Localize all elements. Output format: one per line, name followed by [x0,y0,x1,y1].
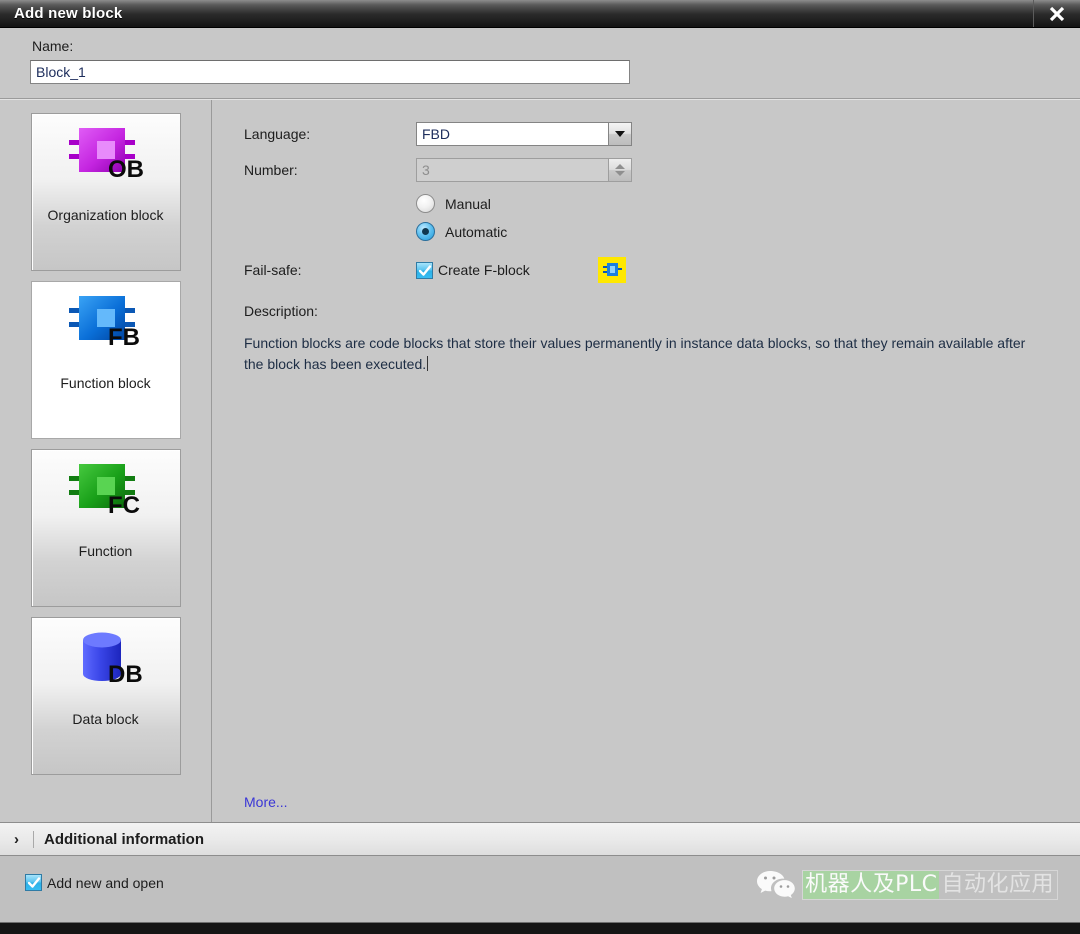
block-type-data-block[interactable]: DB Data block [30,617,181,775]
bottom-strip [0,922,1080,934]
spinner-down-icon[interactable] [615,171,625,176]
automatic-radio-label[interactable]: Automatic [445,224,507,240]
block-type-function-block[interactable]: FB Function block [30,281,181,439]
dialog-body: OB Organization block FB Function block … [0,99,1080,822]
svg-text:DB: DB [108,661,143,688]
number-spinner-buttons[interactable] [608,158,632,182]
language-row: Language: [212,122,1080,146]
block-type-label: Data block [72,711,139,727]
dialog-footer: Add new and open 机器人及PLC 自动化应用 [0,856,1080,934]
language-combobox[interactable] [416,122,632,146]
dialog-titlebar: Add new block [0,0,1080,28]
text-caret [427,356,429,371]
description-value: Function blocks are code blocks that sto… [244,335,1026,372]
additional-information-label: Additional information [44,830,204,848]
number-input[interactable] [416,158,608,182]
block-type-label: Function block [60,375,151,391]
create-f-block-label[interactable]: Create F-block [438,262,530,278]
add-new-and-open-label[interactable]: Add new and open [47,875,164,891]
number-label: Number: [244,162,298,178]
automatic-row: Automatic [212,222,1080,241]
dialog-title: Add new block [14,5,123,22]
description-text: Function blocks are code blocks that sto… [212,333,1078,375]
manual-radio-label[interactable]: Manual [445,196,491,212]
function-block-icon: FB [32,282,180,374]
failsafe-label: Fail-safe: [244,262,302,278]
organization-block-icon: OB [32,114,180,206]
more-link[interactable]: More... [244,794,288,810]
svg-text:FC: FC [108,492,140,519]
automatic-radio[interactable] [416,222,435,241]
f-block-icon [597,257,626,283]
language-label: Language: [244,126,311,142]
chevron-down-icon [615,131,625,137]
number-spinner[interactable] [416,158,632,182]
watermark: 机器人及PLC 自动化应用 [756,868,1058,901]
name-label: Name: [32,38,74,54]
close-icon [1047,4,1067,24]
wechat-icon [756,868,796,901]
language-input[interactable] [416,122,608,146]
chevron-right-icon[interactable]: › [0,830,34,848]
block-type-list: OB Organization block FB Function block … [0,100,212,822]
manual-row: Manual [212,194,1080,213]
name-input[interactable] [30,60,630,84]
description-label: Description: [244,303,318,319]
name-section: Name: [0,28,1080,99]
number-row: Number: [212,158,1080,182]
watermark-plain: 自动化应用 [941,871,1054,897]
svg-text:FB: FB [108,324,140,351]
block-type-label: Organization block [47,207,164,223]
additional-information-bar[interactable]: › Additional information [0,822,1080,856]
add-new-block-dialog: Add new block Name: Block_1 OB Organizat… [0,0,1080,934]
manual-radio[interactable] [416,194,435,213]
block-type-label: Function [78,543,133,559]
spinner-up-icon[interactable] [615,164,625,169]
data-block-icon: DB [32,618,180,710]
failsafe-row: Fail-safe: Create F-block [212,257,1080,283]
watermark-highlight: 机器人及PLC [803,870,940,899]
function-icon: FC [32,450,180,542]
block-type-organization-block[interactable]: OB Organization block [30,113,181,271]
block-properties-form: Language: Number: [212,100,1080,822]
add-new-and-open-row: Add new and open [25,874,164,891]
svg-text:OB: OB [108,156,144,183]
add-new-and-open-checkbox[interactable] [25,874,42,891]
watermark-text: 机器人及PLC 自动化应用 [802,869,1058,900]
block-type-function[interactable]: FC Function [30,449,181,607]
language-dropdown-button[interactable] [608,122,632,146]
close-button[interactable] [1033,0,1080,27]
create-f-block-checkbox[interactable] [416,261,433,279]
